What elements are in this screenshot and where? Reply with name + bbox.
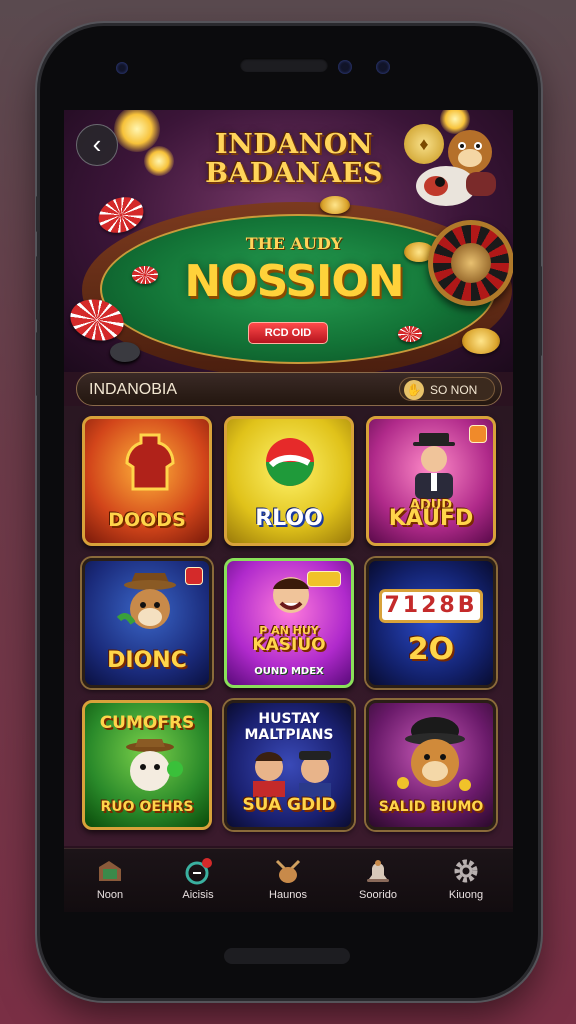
poker-chip-icon [132, 266, 158, 284]
nav-label: Haunos [269, 889, 307, 901]
play-button[interactable]: RCD OID [248, 322, 328, 344]
game-tile[interactable]: CUMOFRS RUO OEHRS [82, 700, 212, 830]
game-title: SUA GDID [242, 795, 336, 815]
hero-banner[interactable]: INDANON BADANAES THE AUDY NOSSION RCD OI… [64, 110, 513, 378]
game-title: SALID BIUMO [378, 799, 484, 815]
games-icon [275, 859, 301, 883]
roulette-wheel-icon [428, 220, 513, 306]
nav-item-activity[interactable]: Aicisis [158, 857, 238, 909]
game-tile[interactable]: DOODS [82, 416, 212, 546]
nav-label: Kiuong [448, 889, 484, 901]
region-pill-label: SO NON [430, 383, 478, 397]
power-button [539, 266, 542, 356]
poker-chip-icon [398, 326, 422, 342]
nav-label: Soorido [359, 889, 397, 901]
game-footer: OUND MDEX [254, 666, 324, 677]
game-tile[interactable]: 7128B 2O [366, 558, 496, 688]
felt-title: NOSSION [184, 256, 404, 307]
game-title: DIONC [107, 648, 187, 673]
game-title: KASIUO [252, 635, 326, 655]
dealer-character-icon [413, 433, 455, 499]
game-grid: DOODS RLOO ADUD KAUFD DIONC P AN HUY KAS… [64, 406, 513, 846]
gold-coin-icon [462, 328, 500, 354]
hero-title-line1: INDANON [214, 129, 374, 160]
volume-down-button [36, 332, 39, 396]
game-tile[interactable]: SALID BIUMO [366, 700, 496, 830]
app-screen: INDANON BADANAES THE AUDY NOSSION RCD OI… [64, 110, 513, 912]
bell-icon [367, 860, 389, 882]
region-label: INDANOBIA [89, 381, 178, 398]
black-chip-icon [110, 342, 140, 362]
nav-item-notifications[interactable]: Soorido [338, 857, 418, 909]
bear-character-icon [397, 717, 471, 791]
game-tile[interactable]: DIONC [82, 558, 212, 688]
gold-coin-icon [320, 196, 350, 214]
game-tile[interactable]: P AN HUY KASIUO OUND MDEX [224, 558, 354, 688]
home-indicator [224, 948, 350, 964]
game-tile[interactable]: HUSTAY MALTPIANS SUA GDID [224, 700, 354, 830]
dog-character-icon [116, 573, 176, 629]
earpiece-speaker [240, 58, 328, 72]
game-title: DOODS [108, 509, 186, 531]
region-bar[interactable]: INDANOBIA ✋ SO NON [76, 372, 502, 406]
front-camera-icon [338, 60, 352, 74]
mascot-character-icon [416, 130, 496, 206]
felt-subtitle: THE AUDY [245, 234, 343, 253]
promo-badge-icon [185, 567, 203, 585]
nav-label: Noon [96, 889, 124, 901]
slot-reels: 7128B [379, 589, 483, 623]
game-title: RLOO [255, 506, 323, 531]
activity-icon [185, 858, 212, 885]
chevron-left-icon: ‹ [92, 129, 102, 159]
nav-item-home[interactable]: Noon [70, 857, 150, 909]
game-tile[interactable]: ADUD KAUFD [366, 416, 496, 546]
trophy-icon [125, 433, 175, 491]
sensor-dot [116, 62, 128, 74]
light-bulb-icon [114, 110, 160, 152]
players-character-icon [253, 751, 331, 797]
home-icon [99, 861, 121, 881]
game-subtitle: HUSTAY MALTPIANS [244, 711, 334, 743]
nav-item-settings[interactable]: Kiuong [426, 857, 506, 909]
game-title: 2O [407, 632, 455, 667]
ball-logo-icon [266, 438, 314, 486]
game-title: RUO OEHRS [100, 799, 194, 815]
game-tile[interactable]: RLOO [224, 416, 354, 546]
back-button[interactable]: ‹ [76, 124, 118, 166]
game-title: KAUFD [388, 506, 474, 531]
player-character-icon [273, 577, 309, 613]
proximity-sensor [376, 60, 390, 74]
new-badge-icon [469, 425, 487, 443]
hero-title-line2: BADANAES [205, 158, 383, 189]
hand-icon: ✋ [404, 380, 424, 400]
nav-item-games[interactable]: Haunos [248, 857, 328, 909]
region-pill-button[interactable]: ✋ SO NON [399, 377, 495, 401]
volume-up-button [36, 256, 39, 320]
animal-character-icon [126, 739, 183, 791]
gear-icon [454, 859, 478, 883]
nav-label: Aicisis [182, 889, 214, 901]
game-subtitle: CUMOFRS [99, 713, 195, 733]
hero-title: INDANON BADANAES [164, 130, 424, 188]
mute-switch [36, 196, 39, 232]
bottom-nav: Noon Aicisis Haunos Soorido Kiuong [64, 848, 513, 912]
